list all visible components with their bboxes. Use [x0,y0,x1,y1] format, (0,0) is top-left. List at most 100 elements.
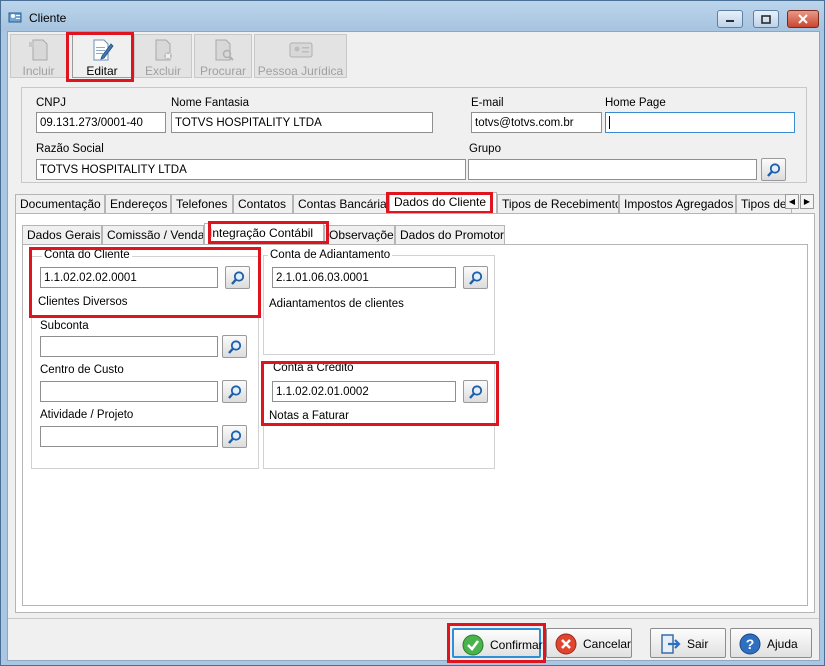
cancel-icon [555,633,577,655]
atividade-label: Atividade / Projeto [40,409,134,421]
email-label: E-mail [471,97,504,109]
tab-scroll-left-button[interactable]: ◀ [785,194,799,209]
tab-telefones[interactable]: Telefones [171,194,233,213]
minimize-icon [726,20,734,22]
atividade-field[interactable] [40,426,218,447]
conta-credito-description: Notas a Faturar [269,410,349,422]
tab-tipos-de[interactable]: Tipos de [736,194,792,213]
main-tab-body: Dados Gerais Comissão / Vendas Integraçã… [15,213,815,613]
conta-credito-label: Conta a Crédito [271,362,356,374]
text-cursor [609,116,610,129]
search-icon [469,271,483,285]
check-icon [462,634,484,656]
arrow-left-icon: ◀ [788,197,796,206]
cnpj-field[interactable]: 09.131.273/0001-40 [36,112,166,133]
conta-cliente-label: Conta do Cliente [42,249,132,261]
confirmar-button[interactable]: Confirmar [452,628,543,658]
search-icon [228,430,242,444]
nome-fantasia-field[interactable]: TOTVS HOSPITALITY LTDA [171,112,433,133]
search-icon [228,340,242,354]
nome-fantasia-label: Nome Fantasia [171,97,249,109]
homepage-label: Home Page [605,97,666,109]
atividade-search-button[interactable] [222,425,247,448]
procurar-label: Procurar [199,64,246,78]
bottom-separator [8,618,819,619]
grupo-search-button[interactable] [761,158,786,181]
conta-cliente-search-button[interactable] [225,266,250,289]
conta-adiantamento-description: Adiantamentos de clientes [269,298,404,310]
conta-cliente-field[interactable]: 1.1.02.02.02.0001 [40,267,218,288]
pessoa-juridica-label: Pessoa Jurídica [257,64,344,78]
subconta-search-button[interactable] [222,335,247,358]
excluir-button[interactable]: Excluir [134,34,192,78]
close-icon [798,14,808,24]
centro-custo-search-button[interactable] [222,380,247,403]
search-icon [767,163,781,177]
razao-social-field[interactable]: TOTVS HOSPITALITY LTDA [36,159,466,180]
razao-social-label: Razão Social [36,143,104,155]
svg-text:?: ? [746,636,755,652]
tab-dados-do-promotor[interactable]: Dados do Promotor [395,225,505,244]
pessoa-juridica-button[interactable]: Pessoa Jurídica [254,34,347,78]
tab-documentacao[interactable]: Documentação [15,194,105,213]
centro-custo-label: Centro de Custo [40,364,124,376]
tab-impostos-agregados[interactable]: Impostos Agregados [619,194,736,213]
cnpj-label: CNPJ [36,97,67,109]
conta-adiantamento-label: Conta de Adiantamento [268,249,393,261]
exit-icon [661,634,681,654]
ajuda-label: Ajuda [767,637,798,651]
tab-contatos[interactable]: Contatos [233,194,293,213]
editar-label: Editar [86,64,118,78]
client-area: Incluir Editar Excluir Procurar Pessoa J… [7,31,820,663]
delete-document-icon [155,39,172,61]
sub-tab-body: Conta do Cliente 1.1.02.02.02.0001 Clien… [22,244,808,606]
homepage-field[interactable] [605,112,795,133]
search-icon [228,385,242,399]
maximize-icon [761,14,771,24]
close-button[interactable] [787,10,819,28]
app-icon [8,12,22,23]
arrow-right-icon: ▶ [803,197,811,206]
sair-button[interactable]: Sair [650,628,726,658]
title-bar[interactable]: Cliente [1,1,824,31]
subconta-label: Subconta [40,320,89,332]
conta-adiantamento-field[interactable]: 2.1.01.06.03.0001 [272,267,456,288]
window-title: Cliente [29,11,67,25]
tab-contas-bancarias[interactable]: Contas Bancárias [293,194,389,213]
tab-integracao-contabil[interactable]: Integração Contábil [204,223,324,244]
cancelar-button[interactable]: Cancelar [546,628,632,658]
conta-credito-field[interactable]: 1.1.02.02.01.0002 [272,381,456,402]
tab-enderecos[interactable]: Endereços [105,194,171,213]
tab-comissao-vendas[interactable]: Comissão / Vendas [102,225,204,244]
grupo-field[interactable] [468,159,757,180]
tab-dados-do-cliente[interactable]: Dados do Cliente [389,192,497,213]
procurar-button[interactable]: Procurar [194,34,252,78]
toolbar: Incluir Editar Excluir Procurar Pessoa J… [10,34,350,78]
minimize-button[interactable] [717,10,743,28]
excluir-label: Excluir [144,64,181,78]
search-document-icon [215,39,234,61]
tab-dados-gerais[interactable]: Dados Gerais [22,225,102,244]
id-card-icon [289,42,312,58]
cliente-window: Cliente Incluir Editar Excluir Procurar … [0,0,825,666]
conta-credito-search-button[interactable] [463,380,488,403]
new-document-icon [28,39,47,61]
maximize-button[interactable] [753,10,779,28]
incluir-label: Incluir [22,64,55,78]
confirmar-label: Confirmar [490,638,543,652]
sub-tab-bar: Dados Gerais Comissão / Vendas Integraçã… [22,223,522,245]
incluir-button[interactable]: Incluir [10,34,67,78]
centro-custo-field[interactable] [40,381,218,402]
conta-cliente-description: Clientes Diversos [38,296,128,308]
subconta-field[interactable] [40,336,218,357]
cancelar-label: Cancelar [583,637,632,651]
tab-scroll-right-button[interactable]: ▶ [800,194,814,209]
editar-button[interactable]: Editar [72,34,132,78]
edit-document-icon [93,39,114,61]
main-tab-bar: Documentação Endereços Telefones Contato… [15,192,815,214]
conta-adiantamento-search-button[interactable] [463,266,488,289]
email-field[interactable]: totvs@totvs.com.br [471,112,602,133]
tab-observacoes[interactable]: Observações [324,225,395,244]
ajuda-button[interactable]: ? Ajuda [730,628,812,658]
tab-tipos-de-recebimento[interactable]: Tipos de Recebimento [497,194,619,213]
